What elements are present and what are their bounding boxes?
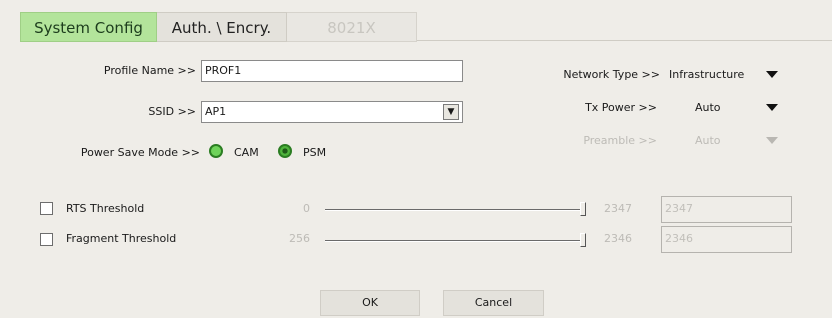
chevron-down-icon: ▼ <box>447 107 455 117</box>
tab-divider <box>417 40 832 41</box>
rts-max-label: 2347 <box>604 202 632 215</box>
tab-auth-encry[interactable]: Auth. \ Encry. <box>157 12 287 42</box>
rts-min-label: 0 <box>303 202 310 215</box>
rts-slider-thumb[interactable] <box>580 202 586 216</box>
power-save-mode-label: Power Save Mode >> <box>80 146 200 159</box>
network-type-dropdown-icon[interactable] <box>766 71 778 78</box>
fragment-slider-thumb[interactable] <box>580 233 586 247</box>
tab-system-config[interactable]: System Config <box>20 12 157 42</box>
rts-threshold-field: 2347 <box>661 196 792 223</box>
tx-power-value: Auto <box>695 101 721 114</box>
profile-name-label: Profile Name >> <box>103 64 196 77</box>
tx-power-dropdown-icon[interactable] <box>766 104 778 111</box>
cancel-button[interactable]: Cancel <box>443 290 544 316</box>
fragment-max-label: 2346 <box>604 232 632 245</box>
network-type-value: Infrastructure <box>669 68 745 81</box>
tab-bar: System Config Auth. \ Encry. 8021X <box>20 12 832 42</box>
preamble-label: Preamble >> <box>583 134 657 147</box>
rts-threshold-checkbox[interactable] <box>40 202 53 215</box>
ok-button[interactable]: OK <box>320 290 420 316</box>
psm-radio[interactable] <box>278 144 292 158</box>
network-type-label: Network Type >> <box>563 68 660 81</box>
ssid-value: AP1 <box>205 105 227 118</box>
cam-radio[interactable] <box>209 144 223 158</box>
rts-threshold-label: RTS Threshold <box>66 202 145 215</box>
preamble-dropdown-icon <box>766 137 778 144</box>
fragment-threshold-field: 2346 <box>661 226 792 253</box>
ssid-combobox[interactable]: AP1 <box>201 101 463 123</box>
profile-name-input[interactable]: PROF1 <box>201 60 463 82</box>
cam-label: CAM <box>234 146 259 159</box>
fragment-threshold-label: Fragment Threshold <box>66 232 177 245</box>
ssid-dropdown-button[interactable]: ▼ <box>443 104 459 120</box>
psm-label: PSM <box>303 146 327 159</box>
fragment-threshold-checkbox[interactable] <box>40 233 53 246</box>
rts-slider-track[interactable] <box>325 209 583 211</box>
preamble-value: Auto <box>695 134 721 147</box>
tab-8021x[interactable]: 8021X <box>287 12 417 42</box>
fragment-slider-track[interactable] <box>325 240 583 242</box>
fragment-min-label: 256 <box>289 232 310 245</box>
tx-power-label: Tx Power >> <box>585 101 657 114</box>
ssid-label: SSID >> <box>148 105 196 118</box>
